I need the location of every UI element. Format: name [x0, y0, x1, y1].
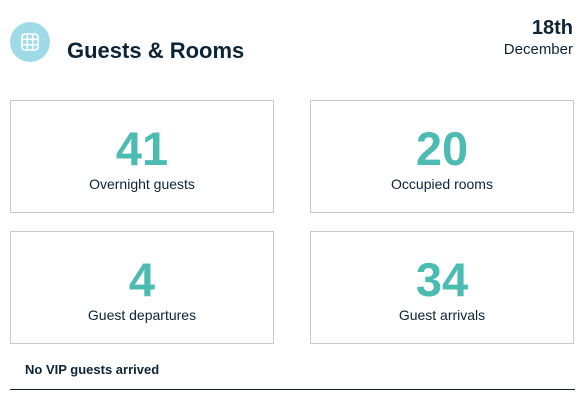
date-day: 18th [531, 17, 573, 39]
stat-label: Guest departures [87, 307, 197, 323]
guest-arrivals-card: 34 Guest arrivals [310, 231, 574, 344]
guests-rooms-icon-badge [10, 22, 50, 62]
stat-label: Overnight guests [89, 176, 195, 192]
stat-value: 4 [128, 253, 156, 306]
page-title: Guests & Rooms [67, 38, 245, 63]
divider [10, 389, 575, 390]
stat-value: 41 [115, 122, 169, 175]
grid-icon [21, 33, 39, 51]
stat-value: 34 [415, 253, 469, 306]
occupied-rooms-card: 20 Occupied rooms [310, 100, 574, 213]
guest-departures-card: 4 Guest departures [10, 231, 274, 344]
stat-value: 20 [415, 122, 469, 175]
stat-label: Occupied rooms [391, 176, 493, 192]
date-month: December [503, 41, 573, 58]
vip-status-note: No VIP guests arrived [25, 362, 160, 377]
overnight-guests-card: 41 Overnight guests [10, 100, 274, 213]
stat-label: Guest arrivals [398, 307, 486, 323]
